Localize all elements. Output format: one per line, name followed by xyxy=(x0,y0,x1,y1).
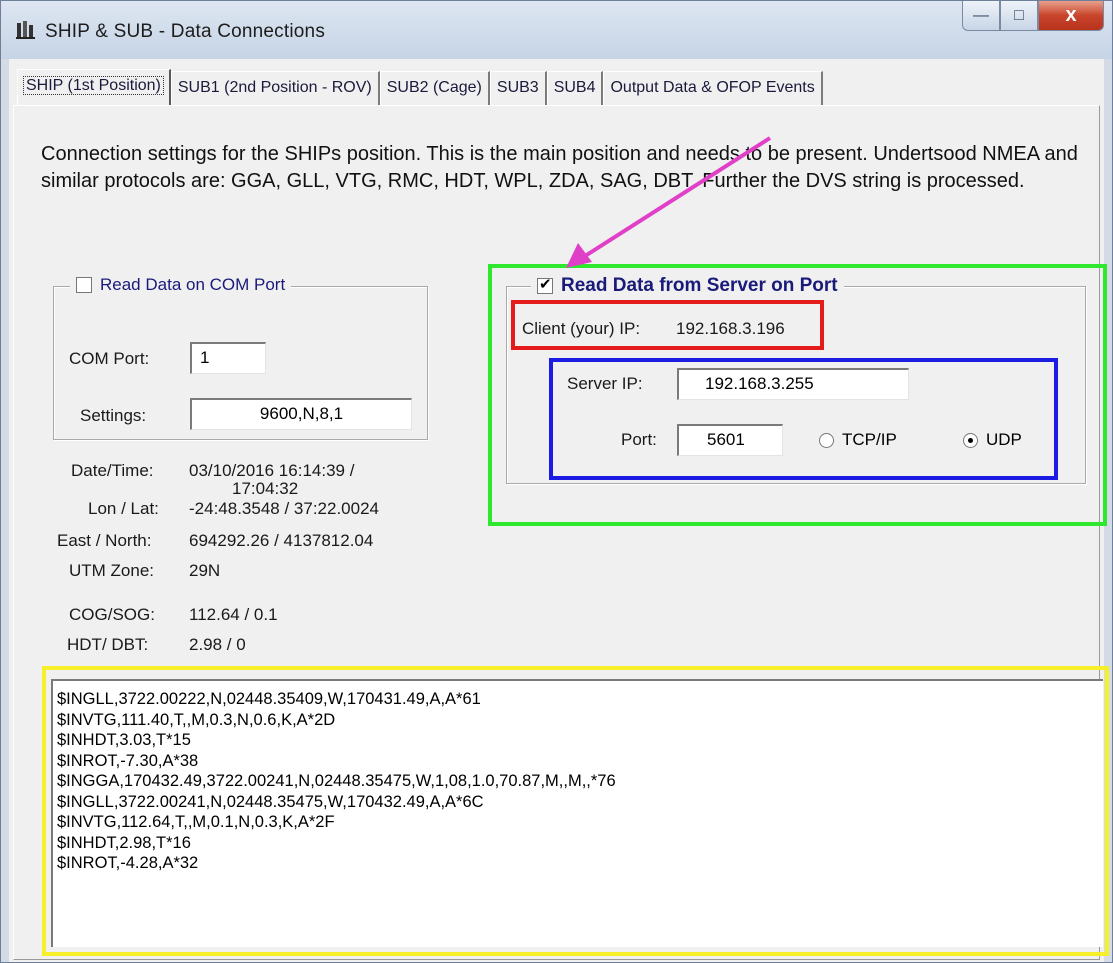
tab-sub3[interactable]: SUB3 xyxy=(489,71,547,105)
app-window: SHIP & SUB - Data Connections — □ x SHIP… xyxy=(0,0,1113,963)
minimize-button[interactable]: — xyxy=(962,1,1000,31)
client-ip-value: 192.168.3.196 xyxy=(676,319,785,338)
server-checkbox-label: Read Data from Server on Port xyxy=(561,275,838,296)
com-port-checkbox[interactable] xyxy=(76,277,92,293)
lonlat-label: Lon / Lat: xyxy=(88,499,159,518)
radio-tcpip-button[interactable] xyxy=(819,432,834,448)
log-line: $INVTG,111.40,T,,M,0.3,N,0.6,K,A*2D xyxy=(57,710,336,729)
datetime-value: 03/10/2016 16:14:39 / xyxy=(189,461,355,480)
radio-udp-label: UDP xyxy=(986,430,1022,449)
cogsog-label: COG/SOG: xyxy=(69,605,155,624)
hdtdbt-label: HDT/ DBT: xyxy=(67,635,149,654)
log-line: $INROT,-7.30,A*38 xyxy=(57,751,199,770)
title-bar[interactable]: SHIP & SUB - Data Connections — □ x xyxy=(1,1,1112,59)
server-checkbox[interactable] xyxy=(537,275,553,294)
settings-field[interactable]: 9600,N,8,1 xyxy=(190,398,412,430)
eastnorth-label: East / North: xyxy=(57,531,152,550)
description-text: Connection settings for the SHIPs positi… xyxy=(41,143,1078,192)
server-ip-field[interactable]: 192.168.3.255 xyxy=(677,368,909,400)
com-port-legend: Read Data on COM Port xyxy=(70,275,292,295)
tab-sub2[interactable]: SUB2 (Cage) xyxy=(379,71,490,105)
hdtdbt-value: 2.98 / 0 xyxy=(189,635,246,654)
com-port-label: COM Port: xyxy=(69,349,150,368)
nmea-log[interactable]: $INGLL,3722.00222,N,02448.35409,W,170431… xyxy=(51,679,1103,947)
datetime-label: Date/Time: xyxy=(71,461,154,480)
log-line: $INVTG,112.64,T,,M,0.1,N,0.3,K,A*2F xyxy=(57,813,335,831)
client-ip-label: Client (your) IP: xyxy=(522,319,641,338)
com-port-checkbox-label: Read Data on COM Port xyxy=(100,275,286,294)
log-line: $INGGA,170432.49,3722.00241,N,02448.3547… xyxy=(57,772,616,790)
com-port-field[interactable]: 1 xyxy=(190,342,266,374)
tab-strip: SHIP (1st Position) SUB1 (2nd Position -… xyxy=(17,69,823,105)
port-label: Port: xyxy=(621,430,657,449)
log-line: $INHDT,3.03,T*15 xyxy=(57,731,191,749)
utm-label: UTM Zone: xyxy=(69,561,155,580)
maximize-icon: □ xyxy=(1014,6,1024,24)
datetime-value-2: 17:04:32 xyxy=(232,479,299,498)
tab-ship[interactable]: SHIP (1st Position) xyxy=(17,69,171,105)
window-controls: — □ x xyxy=(962,1,1104,31)
radio-udp-button[interactable] xyxy=(963,432,978,448)
minimize-icon: — xyxy=(973,6,989,24)
radio-tcpip-label: TCP/IP xyxy=(842,430,897,449)
server-ip-label: Server IP: xyxy=(567,374,643,393)
tab-sub4[interactable]: SUB4 xyxy=(546,71,604,105)
cogsog-value: 112.64 / 0.1 xyxy=(189,605,278,624)
maximize-button[interactable]: □ xyxy=(1000,1,1038,31)
radio-tcpip[interactable]: TCP/IP xyxy=(819,430,897,450)
app-icon xyxy=(16,21,35,39)
tab-ship-label: SHIP (1st Position) xyxy=(23,76,164,95)
window-title: SHIP & SUB - Data Connections xyxy=(45,21,326,42)
close-icon: x xyxy=(1065,4,1077,26)
settings-label: Settings: xyxy=(80,406,147,425)
log-line: $INROT,-4.28,A*32 xyxy=(57,854,199,872)
log-line: $INGLL,3722.00241,N,02448.35475,W,170432… xyxy=(57,792,484,811)
lonlat-value: -24:48.3548 / 37:22.0024 xyxy=(189,499,379,518)
radio-udp[interactable]: UDP xyxy=(963,430,1022,450)
close-button[interactable]: x xyxy=(1038,1,1104,31)
utm-value: 29N xyxy=(189,561,221,580)
server-legend: Read Data from Server on Port xyxy=(531,275,844,297)
tab-sub1[interactable]: SUB1 (2nd Position - ROV) xyxy=(170,71,380,105)
port-field[interactable]: 5601 xyxy=(677,424,783,456)
tab-output-data[interactable]: Output Data & OFOP Events xyxy=(603,71,823,105)
log-line: $INHDT,2.98,T*16 xyxy=(57,833,191,852)
log-line: $INGLL,3722.00222,N,02448.35409,W,170431… xyxy=(57,690,481,708)
eastnorth-value: 694292.26 / 4137812.04 xyxy=(189,531,374,550)
